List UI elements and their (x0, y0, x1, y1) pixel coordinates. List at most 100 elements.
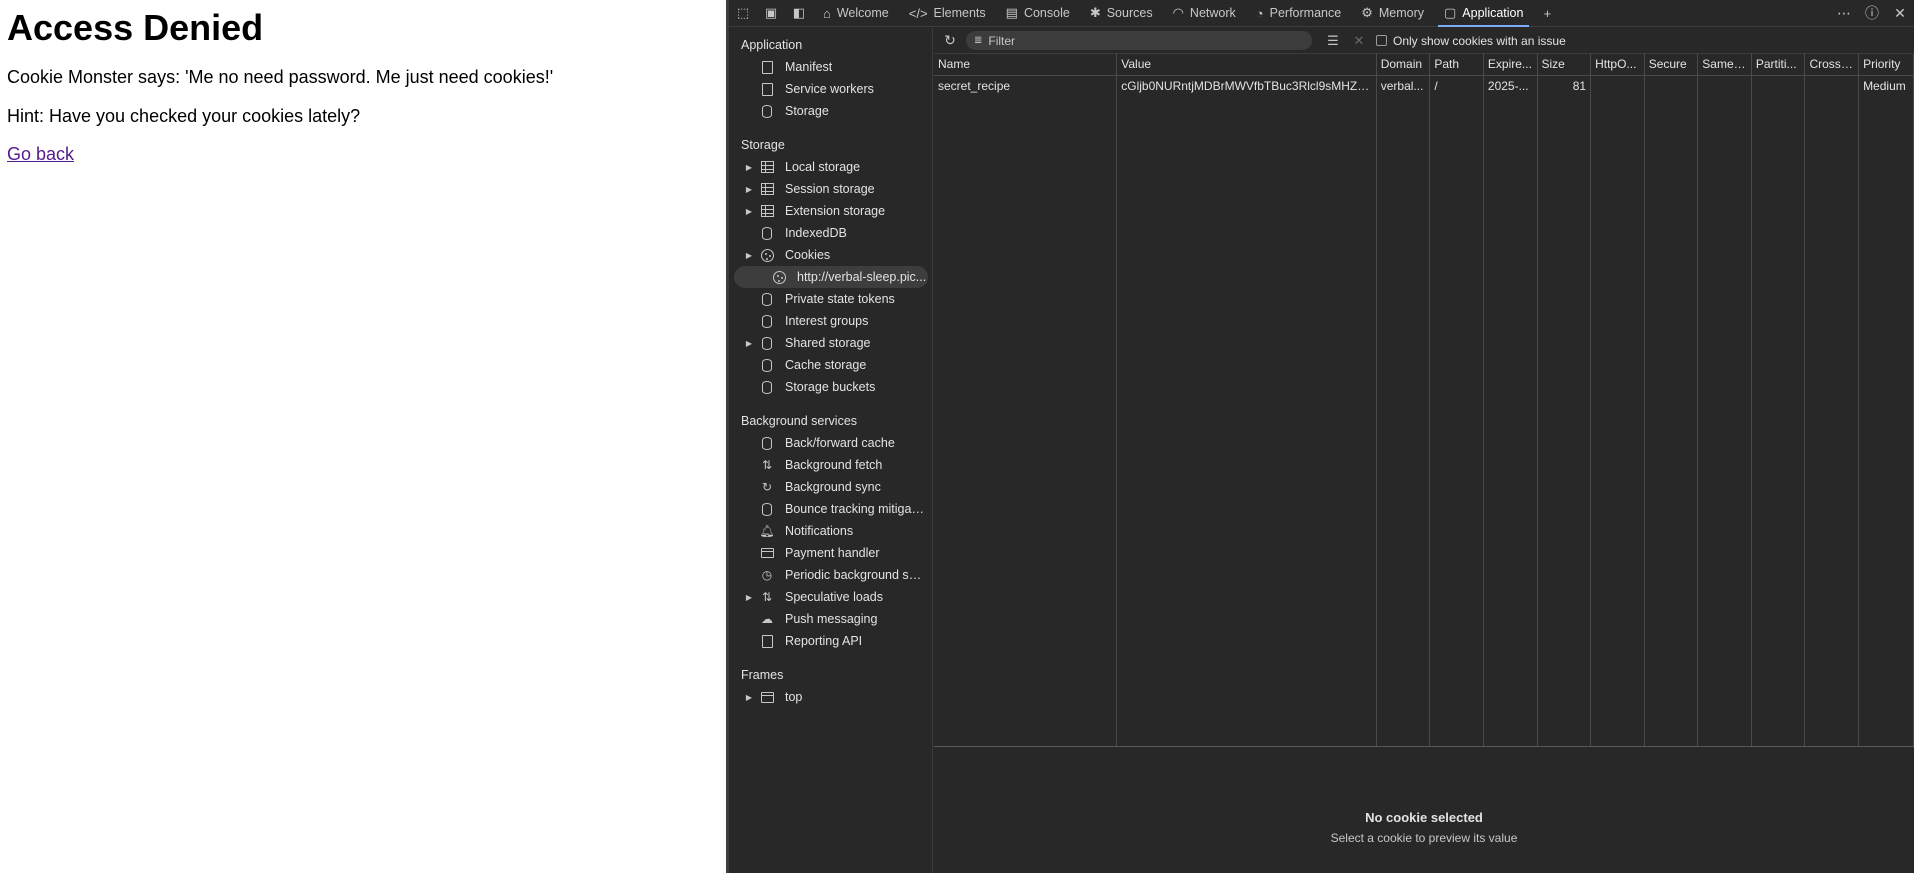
database-icon (759, 335, 775, 351)
help-icon[interactable]: ⓘ (1858, 3, 1886, 23)
gear-document-icon (759, 81, 775, 97)
cell-domain[interactable]: verbal... (1376, 75, 1431, 97)
up-down-arrows-icon: ⇅ (761, 590, 773, 604)
expand-arrow-icon[interactable]: ▶ (743, 185, 755, 194)
clear-filtered-cookies-icon[interactable]: ☰ (1320, 33, 1346, 49)
sidebar-item-cache-storage[interactable]: Cache storage (729, 354, 932, 376)
sidebar-item-extension-storage[interactable]: ▶ Extension storage (729, 200, 932, 222)
sidebar-item-reporting-api[interactable]: Reporting API (729, 630, 932, 652)
add-tab-icon[interactable]: + (1533, 0, 1561, 27)
tab-sources[interactable]: ✱ Sources (1080, 0, 1163, 27)
tab-elements[interactable]: </> Elements (899, 0, 996, 27)
tab-application[interactable]: ▢ Application (1434, 0, 1533, 27)
expand-arrow-icon[interactable]: ▶ (743, 593, 755, 602)
tab-console[interactable]: ▤ Console (996, 0, 1080, 27)
dock-sidebar-icon[interactable]: ◧ (785, 0, 813, 27)
close-icon[interactable]: ✕ (1886, 5, 1914, 22)
expand-arrow-icon[interactable]: ▶ (743, 251, 755, 260)
expand-arrow-icon[interactable]: ▶ (743, 207, 755, 216)
sidebar-item-push-messaging[interactable]: ☁︎ Push messaging (729, 608, 932, 630)
col-header-name[interactable]: Name (934, 54, 1118, 76)
sidebar-item-manifest[interactable]: Manifest (729, 56, 932, 78)
sidebar-item-bounce-tracking[interactable]: Bounce tracking mitigati... (729, 498, 932, 520)
database-icon (759, 357, 775, 373)
tab-network[interactable]: ◠ Network (1163, 0, 1246, 27)
cell-cross-site[interactable] (1804, 75, 1860, 97)
refresh-icon[interactable]: ↻ (940, 32, 960, 49)
expand-arrow-icon[interactable]: ▶ (743, 693, 755, 702)
cell-name[interactable]: secret_recipe (934, 75, 1118, 97)
delete-selected-icon[interactable]: ✕ (1346, 33, 1372, 49)
expand-arrow-icon[interactable]: ▶ (743, 339, 755, 348)
frame-icon (759, 689, 775, 705)
sidebar-item-cookie-origin[interactable]: http://verbal-sleep.pic... (734, 266, 928, 288)
tab-welcome[interactable]: ⌂ Welcome (813, 0, 899, 27)
col-header-expires[interactable]: Expire... (1483, 54, 1538, 76)
document-icon (759, 59, 775, 75)
gear-icon: ⚙ (1361, 5, 1373, 20)
sidebar-item-local-storage[interactable]: ▶ Local storage (729, 156, 932, 178)
col-header-cross-site[interactable]: Cross ... (1804, 54, 1860, 76)
go-back-link[interactable]: Go back (7, 144, 74, 164)
cell-priority[interactable]: Medium (1858, 75, 1914, 97)
database-icon (759, 225, 775, 241)
sidebar-item-periodic-background-sync[interactable]: ◷ Periodic background sync (729, 564, 932, 586)
cell-path[interactable]: / (1429, 75, 1484, 97)
only-issues-checkbox[interactable]: Only show cookies with an issue (1376, 34, 1566, 48)
table-empty-area (934, 97, 1914, 746)
sidebar-item-session-storage[interactable]: ▶ Session storage (729, 178, 932, 200)
table-grid-icon (759, 159, 775, 175)
tab-performance[interactable]: ◔ Performance (1246, 0, 1351, 27)
sidebar-item-storage-buckets[interactable]: Storage buckets (729, 376, 932, 398)
table-row[interactable]: secret_recipe cGljb0NURntjMDBrMWVfbTBuc3… (934, 75, 1914, 97)
section-background-header: Background services (741, 414, 858, 428)
cell-expires[interactable]: 2025-... (1483, 75, 1538, 97)
database-icon (759, 291, 775, 307)
cell-httponly[interactable] (1590, 75, 1645, 97)
sidebar-item-interest-groups[interactable]: Interest groups (729, 310, 932, 332)
section-application-header: Application (741, 38, 803, 52)
sidebar-item-notifications[interactable]: 🔔︎ Notifications (729, 520, 932, 542)
sidebar-item-storage[interactable]: Storage (729, 100, 932, 122)
col-header-value[interactable]: Value (1116, 54, 1377, 76)
tab-memory[interactable]: ⚙ Memory (1351, 0, 1434, 27)
sidebar-item-indexeddb[interactable]: IndexedDB (729, 222, 932, 244)
inspect-element-icon[interactable]: ⬚ (729, 0, 757, 27)
sidebar-item-shared-storage[interactable]: ▶ Shared storage (729, 332, 932, 354)
col-header-partition[interactable]: Partiti... (1751, 54, 1806, 76)
col-header-samesite[interactable]: SameS... (1697, 54, 1752, 76)
sidebar-item-speculative-loads[interactable]: ▶ ⇅ Speculative loads (729, 586, 932, 608)
filter-input[interactable] (988, 33, 1289, 48)
cell-secure[interactable] (1644, 75, 1699, 97)
bell-icon: 🔔︎ (759, 524, 775, 538)
cell-value[interactable]: cGljb0NURntjMDBrMWVfbTBuc3Rlcl9sMHZlc... (1116, 75, 1377, 97)
col-header-httponly[interactable]: HttpO... (1590, 54, 1645, 76)
col-header-path[interactable]: Path (1429, 54, 1484, 76)
sidebar-item-service-workers[interactable]: Service workers (729, 78, 932, 100)
sidebar-item-background-sync[interactable]: ↻ Background sync (729, 476, 932, 498)
expand-arrow-icon[interactable]: ▶ (743, 163, 755, 172)
col-header-priority[interactable]: Priority (1858, 54, 1914, 76)
cell-samesite[interactable] (1697, 75, 1752, 97)
gauge-icon: ◔ (1255, 5, 1264, 21)
filter-box: ≣ (966, 31, 1312, 50)
credit-card-icon (759, 545, 775, 561)
sidebar-item-private-state-tokens[interactable]: Private state tokens (729, 288, 932, 310)
more-options-icon[interactable]: ⋯ (1830, 5, 1858, 22)
sync-icon: ↻ (761, 480, 773, 494)
cell-size[interactable]: 81 (1537, 75, 1592, 97)
sidebar-item-frame-top[interactable]: ▶ top (729, 686, 932, 708)
table-grid-icon (759, 181, 775, 197)
sidebar-item-background-fetch[interactable]: ⇅ Background fetch (729, 454, 932, 476)
device-toolbar-icon[interactable]: ▣ (757, 0, 785, 27)
col-header-size[interactable]: Size (1537, 54, 1592, 76)
database-icon (759, 435, 775, 451)
col-header-domain[interactable]: Domain (1376, 54, 1431, 76)
section-frames-header: Frames (741, 668, 784, 682)
sidebar-item-cookies[interactable]: ▶ Cookies (729, 244, 932, 266)
sidebar-item-payment-handler[interactable]: Payment handler (729, 542, 932, 564)
cell-partition[interactable] (1751, 75, 1806, 97)
sidebar-item-back-forward-cache[interactable]: Back/forward cache (729, 432, 932, 454)
checkbox-box[interactable] (1376, 35, 1387, 46)
col-header-secure[interactable]: Secure (1644, 54, 1699, 76)
